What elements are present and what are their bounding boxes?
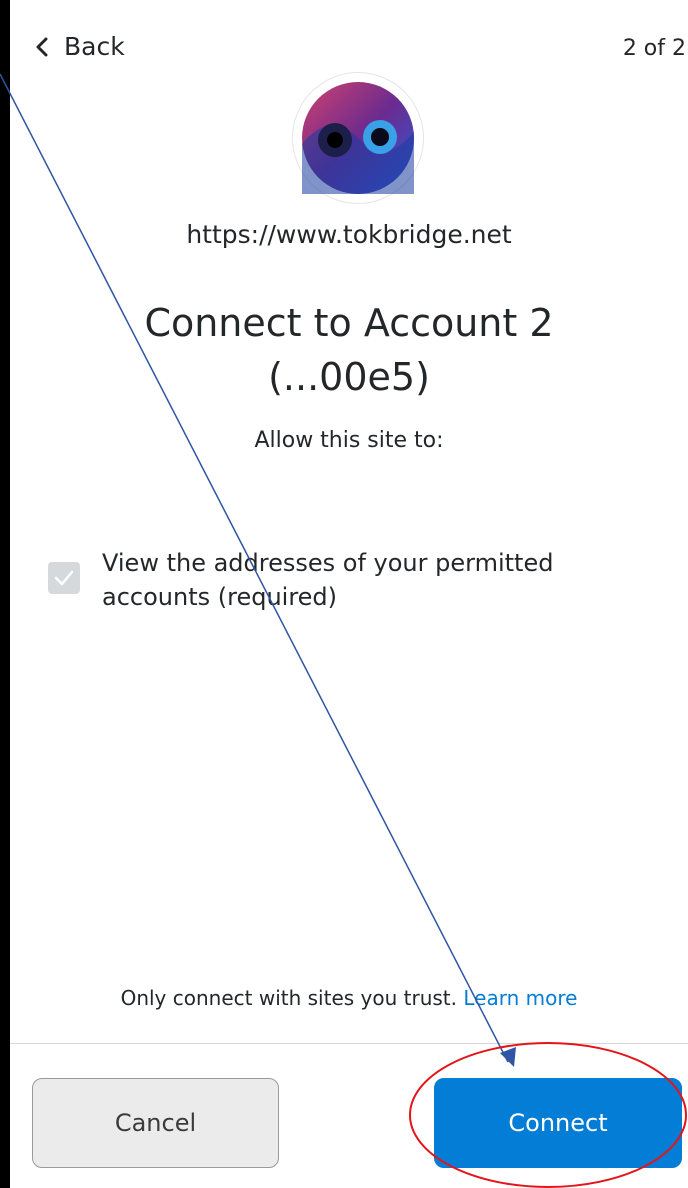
step-counter: 2 of 2	[622, 36, 686, 61]
connect-button[interactable]: Connect	[434, 1078, 682, 1168]
chevron-left-icon	[36, 37, 48, 56]
back-label: Back	[64, 32, 125, 61]
trust-text: Only connect with sites you trust.	[120, 986, 457, 1010]
check-icon	[54, 570, 74, 586]
page-title: Connect to Account 2 (...00e5)	[10, 296, 688, 404]
permission-label-line-1: View the addresses of your permitted	[102, 549, 554, 577]
permission-item: View the addresses of your permitted acc…	[48, 546, 648, 614]
permission-label: View the addresses of your permitted acc…	[102, 546, 553, 614]
learn-more-link[interactable]: Learn more	[463, 986, 577, 1010]
permission-checkbox[interactable]	[48, 562, 80, 594]
tokbridge-logo-icon	[302, 82, 414, 194]
site-icon	[292, 72, 424, 204]
back-button[interactable]: Back	[36, 32, 125, 61]
cancel-button[interactable]: Cancel	[32, 1078, 279, 1168]
title-line-2: (...00e5)	[268, 355, 430, 399]
permission-label-line-2: accounts (required)	[102, 583, 338, 611]
title-line-1: Connect to Account 2	[144, 301, 554, 345]
footer-divider	[10, 1043, 688, 1044]
permissions-subtitle: Allow this site to:	[254, 428, 444, 453]
trust-note: Only connect with sites you trust. Learn…	[10, 986, 688, 1010]
connect-dialog: Back 2 of 2 https://www.tokbridge.net Co…	[10, 0, 688, 1188]
site-url: https://www.tokbridge.net	[186, 220, 512, 249]
